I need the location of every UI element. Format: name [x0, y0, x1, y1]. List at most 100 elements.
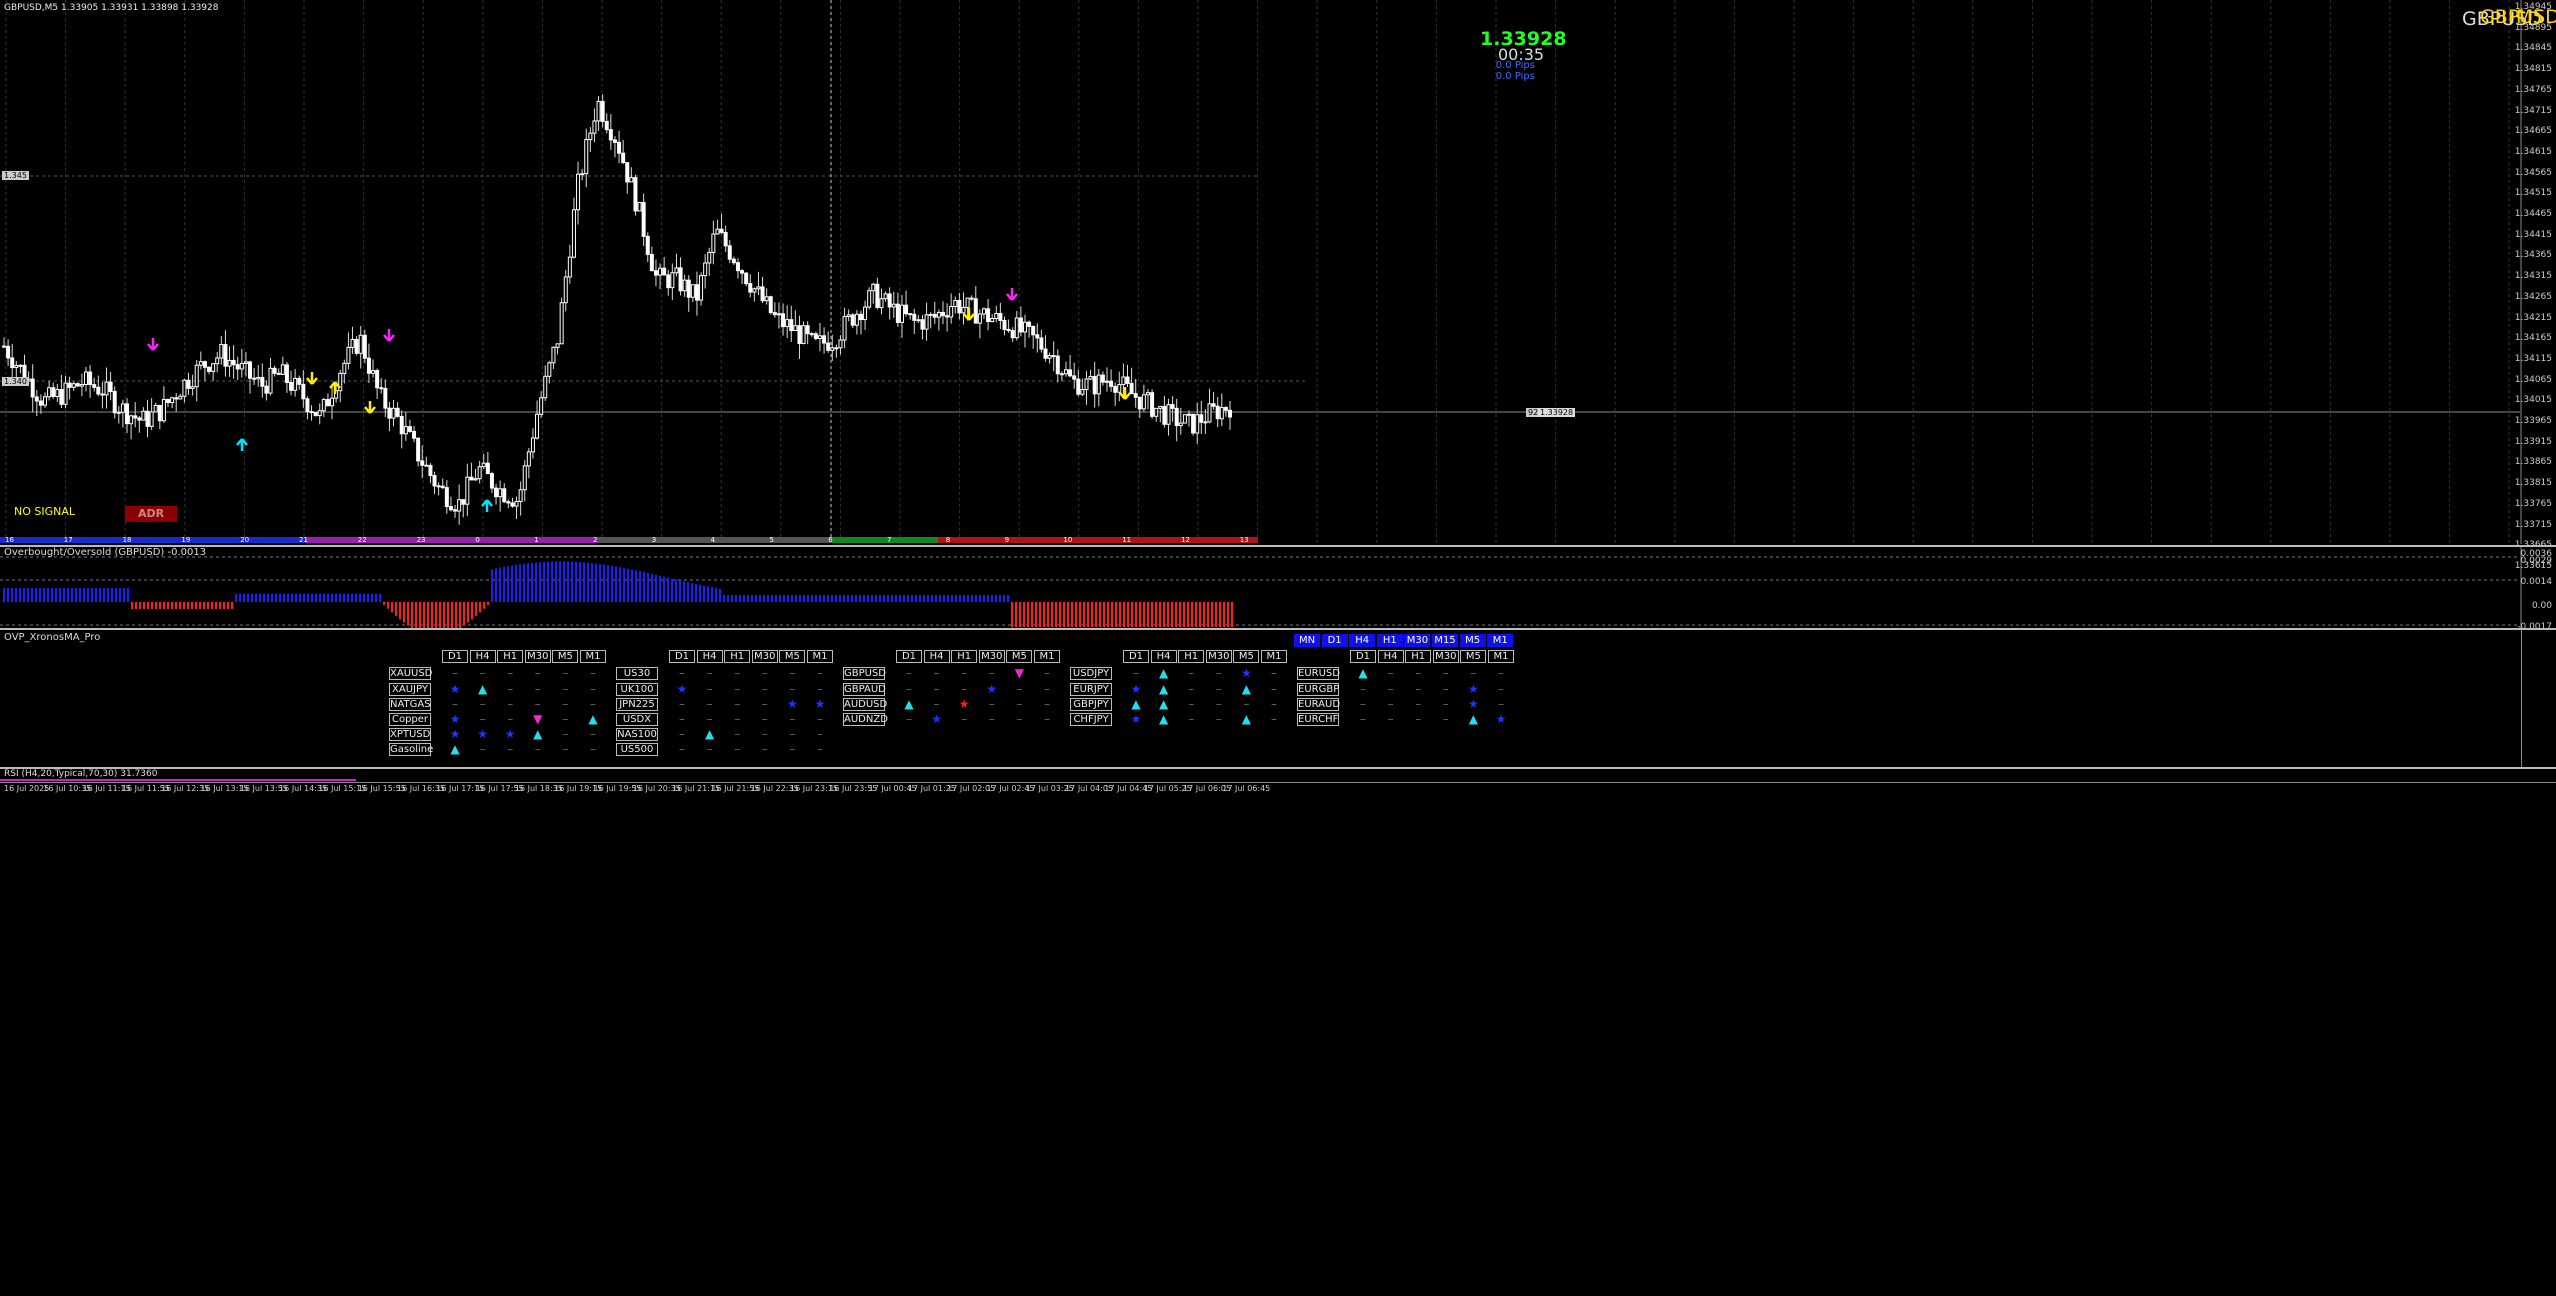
adr-button[interactable]: ADR	[125, 506, 177, 522]
neutral-dash: –	[1470, 666, 1477, 680]
symbol-nas100[interactable]: NAS100	[616, 728, 658, 741]
symbol-gbpusd[interactable]: GBPUSD	[843, 667, 886, 680]
osc-bar	[331, 593, 333, 602]
top-tf-h1[interactable]: H1	[1376, 634, 1403, 647]
tf-header-m5[interactable]: M5	[1006, 650, 1033, 663]
osc-bar	[211, 602, 213, 609]
tf-header-m5[interactable]: M5	[779, 650, 806, 663]
tf-header-h1[interactable]: H1	[1405, 650, 1432, 663]
osc-bar	[655, 574, 657, 602]
tf-header-h1[interactable]: H1	[724, 650, 751, 663]
tf-header-m30[interactable]: M30	[978, 650, 1005, 663]
tf-header-m30[interactable]: M30	[751, 650, 778, 663]
top-tf-d1[interactable]: D1	[1321, 634, 1348, 647]
rsi-panel[interactable]: RSI (H4,20,Typical,70,30) 31.7360	[0, 767, 2556, 783]
top-tf-m15[interactable]: M15	[1432, 634, 1458, 647]
price-axis-tick: 1.34365	[2514, 250, 2552, 261]
tf-header-h1[interactable]: H1	[951, 650, 978, 663]
symbol-gbpjpy[interactable]: GBPJPY	[1070, 698, 1112, 711]
tf-header-m1[interactable]: M1	[1034, 650, 1060, 663]
tf-header-h1[interactable]: H1	[497, 650, 524, 663]
osc-bar	[347, 593, 349, 602]
osc-bar	[107, 588, 109, 602]
osc-bar	[427, 602, 429, 629]
symbol-us500[interactable]: US500	[616, 743, 658, 756]
main-chart-panel[interactable]: 16 17 18 19 20 21 22 23 0 1 2 3 4 5 6 7 8 9 10 11 12 13 GBPUS…	[0, 0, 2556, 571]
tf-header-m30[interactable]: M30	[1432, 650, 1459, 663]
symbol-jpn225[interactable]: JPN225	[616, 698, 658, 711]
symbol-chfjpy[interactable]: CHFJPY	[1070, 713, 1112, 726]
tf-header-m5[interactable]: M5	[1460, 650, 1487, 663]
tf-header-h1[interactable]: H1	[1178, 650, 1205, 663]
symbol-eurchf[interactable]: EURCHF	[1297, 713, 1339, 726]
price-chart-canvas[interactable]: 16 17 18 19 20 21 22 23 0 1 2 3 4 5 6 7 8 9 10 11 12 13	[0, 0, 2556, 544]
xronos-panel[interactable]: OVP_XronosMA_Pro D1 H4 H1 M30 M5 M1 XAUUSD – – – –…	[0, 628, 2556, 768]
neutral-dash: –	[1498, 697, 1504, 711]
osc-bar	[203, 602, 205, 609]
tf-header-m5[interactable]: M5	[1233, 650, 1260, 663]
tf-header-m1[interactable]: M1	[807, 650, 833, 663]
tf-header-d1[interactable]: D1	[442, 650, 468, 663]
osc-panel[interactable]: Overbought/Oversold (GBPUSD) -0.0013 0.0…	[0, 545, 2556, 632]
tf-header-d1[interactable]: D1	[669, 650, 695, 663]
tf-header-m1[interactable]: M1	[1488, 650, 1514, 663]
tf-header-h4[interactable]: H4	[1377, 650, 1404, 663]
neutral-dash: –	[1044, 682, 1050, 696]
symbol-xauusd[interactable]: XAUUSD	[389, 667, 432, 680]
symbol-copper[interactable]: Copper	[389, 713, 431, 726]
tf-header-h4[interactable]: H4	[923, 650, 950, 663]
osc-bar	[1083, 602, 1085, 628]
symbol-xptusd[interactable]: XPTUSD	[389, 728, 431, 741]
tf-header-d1[interactable]: D1	[896, 650, 922, 663]
symbol-gbpaud[interactable]: GBPAUD	[843, 683, 886, 696]
symbol-audnzd[interactable]: AUDNZD	[843, 713, 888, 726]
top-tf-mn[interactable]: MN	[1294, 634, 1320, 647]
top-tf-m30[interactable]: M30	[1404, 634, 1431, 647]
symbol-eurjpy[interactable]: EURJPY	[1070, 683, 1112, 696]
tf-header-h4[interactable]: H4	[1150, 650, 1177, 663]
price-axis-tick: 1.34615	[2514, 146, 2552, 157]
symbol-usdx[interactable]: USDX	[616, 713, 658, 726]
tf-header-m30[interactable]: M30	[524, 650, 551, 663]
tf-header-h4[interactable]: H4	[696, 650, 723, 663]
osc-bar	[1087, 602, 1089, 628]
osc-bar	[1055, 602, 1057, 628]
tf-header-m1[interactable]: M1	[580, 650, 606, 663]
symbol-natgas[interactable]: NATGAS	[389, 698, 431, 711]
osc-bar	[667, 577, 669, 602]
osc-bar	[183, 602, 185, 609]
symbol-xaujpy[interactable]: XAUJPY	[389, 683, 431, 696]
symbol-audusd[interactable]: AUDUSD	[843, 698, 887, 711]
tf-header-d1[interactable]: D1	[1123, 650, 1149, 663]
symbol-eurusd[interactable]: EURUSD	[1297, 667, 1340, 680]
symbol-usdjpy[interactable]: USDJPY	[1070, 667, 1112, 680]
tf-header-d1[interactable]: D1	[1350, 650, 1376, 663]
osc-bar	[291, 593, 293, 602]
osc-bar	[275, 593, 277, 602]
osc-bar	[763, 595, 765, 602]
osc-bar	[855, 595, 857, 602]
symbol-uk100[interactable]: UK100	[616, 683, 658, 696]
symbol-us30[interactable]: US30	[616, 667, 658, 680]
osc-bar	[319, 593, 321, 602]
session-hour-label: 9	[1005, 536, 1009, 544]
neutral-dash: –	[507, 742, 514, 756]
symbol-gasoline[interactable]: Gasoline	[389, 743, 433, 756]
osc-bar	[287, 593, 289, 602]
tf-header-m1[interactable]: M1	[1261, 650, 1287, 663]
osc-bar	[1075, 602, 1077, 628]
tf-header-m30[interactable]: M30	[1205, 650, 1232, 663]
top-tf-h4[interactable]: H4	[1349, 634, 1376, 647]
symbol-euraud[interactable]: EURAUD	[1297, 698, 1340, 711]
top-tf-m5[interactable]: M5	[1459, 634, 1486, 647]
tf-header-m5[interactable]: M5	[552, 650, 579, 663]
osc-bar	[575, 561, 577, 602]
tf-header-h4[interactable]: H4	[469, 650, 496, 663]
neutral-dash: –	[734, 682, 741, 696]
osc-axis-tick: 0.00	[2531, 601, 2552, 611]
session-hour-label: 6	[828, 536, 833, 544]
symbol-eurgbp[interactable]: EURGBP	[1297, 683, 1339, 696]
neutral-dash: –	[789, 727, 796, 741]
osc-bar	[723, 595, 725, 602]
top-tf-m1[interactable]: M1	[1487, 634, 1514, 647]
